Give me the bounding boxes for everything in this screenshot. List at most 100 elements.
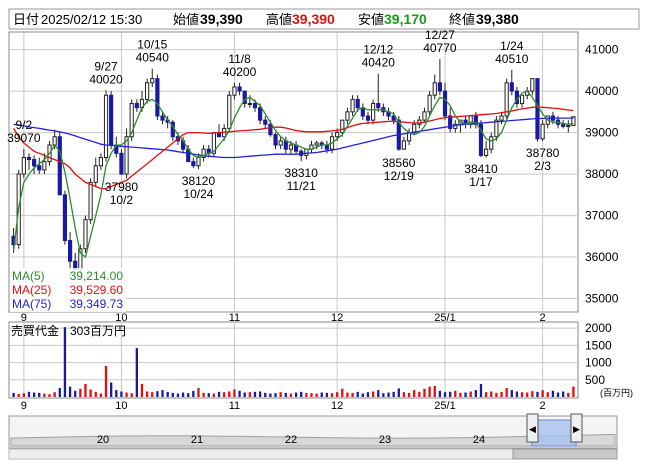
candle-body [278, 140, 283, 146]
volume-bar [510, 390, 513, 397]
candle-body [494, 119, 499, 138]
volume-bar [125, 392, 128, 397]
candle-body [155, 78, 160, 117]
candle-body [519, 94, 525, 105]
x-tick-label: 25/1 [434, 312, 455, 324]
volume-bar [202, 392, 205, 397]
candle-body [509, 82, 514, 92]
annotation-value: 40200 [223, 65, 257, 79]
volume-bar [500, 391, 503, 397]
volume-bar [407, 392, 411, 397]
volume-bar [176, 393, 180, 397]
y-tick-label: 37000 [585, 209, 619, 223]
legend-ma75-label: MA(75) [12, 297, 51, 311]
candle-body [134, 103, 139, 109]
candle-body [103, 94, 109, 158]
annotation-value: 38120 [182, 174, 216, 188]
navigator-scroll-thumb[interactable] [512, 448, 618, 460]
volume-bar [551, 390, 555, 397]
volume-bar [43, 393, 46, 397]
volume-bar [562, 391, 565, 397]
candle-body [42, 161, 47, 171]
candle-body [422, 111, 427, 121]
annotation-date: 12/27 [425, 28, 455, 42]
volume-bar [402, 392, 406, 397]
annotation-date: 11/21 [287, 179, 316, 193]
navigator-label-23: 23 [379, 434, 391, 446]
volume-bar [197, 388, 200, 397]
volume-bar [207, 393, 210, 397]
volume-bar [79, 388, 82, 397]
volume-bar [74, 390, 77, 397]
datetime-value: 2025/02/12 15:30 [41, 12, 142, 27]
volume-bar [32, 392, 36, 397]
navigator-selection[interactable] [531, 419, 577, 447]
volume-bar [387, 392, 390, 397]
volume-bar [110, 382, 113, 397]
volume-bar [459, 392, 462, 397]
volume-bar [289, 393, 293, 397]
y-tick-label: 39000 [585, 126, 619, 140]
candle-body [499, 115, 504, 121]
annotation-date: 10/24 [183, 187, 213, 201]
volume-tick-label: 2000 [585, 321, 612, 335]
volume-x-tick-label: 12 [331, 400, 343, 412]
high-label: 高値 [266, 12, 292, 27]
close-value: 39,380 [476, 11, 519, 27]
volume-bar [130, 393, 133, 397]
candle-body [145, 82, 150, 100]
candle-body [371, 103, 376, 121]
low-value: 39,170 [384, 11, 427, 27]
y-tick-label: 40000 [585, 84, 619, 98]
volume-tick-label: 1000 [585, 356, 612, 370]
candle-body [191, 161, 196, 167]
volume-bar [300, 391, 303, 397]
candle-body [489, 136, 494, 150]
volume-bar [433, 385, 436, 397]
candle-body [340, 119, 345, 134]
volume-bar [274, 393, 277, 397]
candle-body [160, 115, 165, 121]
volume-bar [336, 392, 339, 397]
legend-ma5-label: MA(5) [12, 269, 45, 283]
volume-bar [38, 392, 41, 397]
volume-bar [438, 390, 442, 397]
navigator-right-handle-icon: ▶ [573, 424, 580, 434]
volume-bar [104, 366, 108, 397]
annotation-value: 40510 [495, 52, 529, 66]
volume-bar [145, 391, 149, 397]
annotation-value: 38310 [285, 166, 319, 180]
volume-bar [351, 392, 354, 397]
volume-label: 売買代金 [11, 323, 59, 338]
volume-bar [140, 383, 144, 397]
navigator-label-22: 22 [285, 434, 297, 446]
volume-bar [541, 390, 544, 397]
candle-body [252, 103, 258, 109]
volume-bar [217, 391, 221, 397]
legend-ma25-label: MA(25) [12, 283, 51, 297]
volume-bar [294, 392, 298, 397]
volume-bar [284, 392, 287, 397]
volume-bar [310, 393, 313, 397]
navigator-left-handle-icon: ◀ [529, 424, 536, 434]
volume-bar [223, 392, 226, 397]
volume-bar [413, 390, 416, 397]
volume-bar [371, 391, 375, 397]
volume-bar [94, 391, 97, 397]
volume-bar [279, 392, 282, 397]
candle-body [304, 148, 309, 156]
candle-body [412, 123, 417, 134]
candle-body [288, 144, 294, 150]
volume-bar [474, 390, 477, 397]
volume-tick-label: 1500 [585, 338, 612, 352]
volume-bar [53, 392, 56, 397]
candle-body [83, 219, 88, 250]
annotation-date: 10/15 [137, 38, 167, 52]
volume-bar [228, 391, 231, 397]
candle-body [150, 78, 155, 84]
volume-bar [484, 392, 488, 397]
volume-bar [520, 392, 524, 397]
candle-body [52, 136, 57, 146]
annotation-date: 2/3 [534, 159, 551, 173]
y-tick-label: 41000 [585, 43, 619, 57]
